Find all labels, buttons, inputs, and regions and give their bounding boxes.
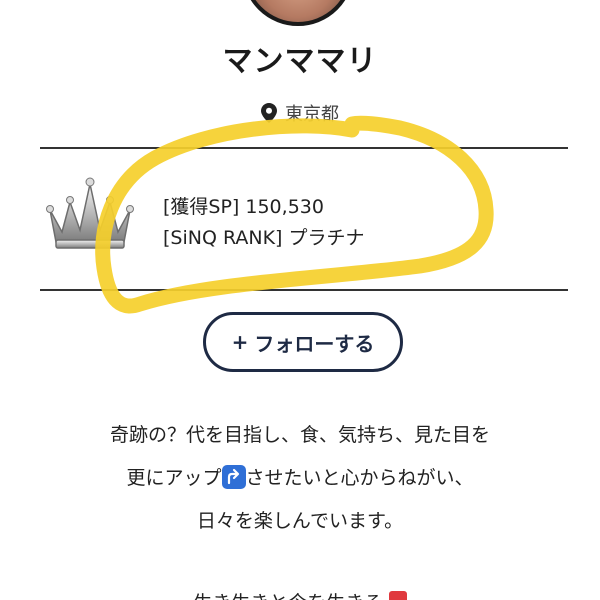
points-line: [獲得SP] 150,530	[163, 196, 324, 218]
bio-line-4: 生き生きと今を生きる	[193, 592, 383, 600]
crown-icon	[46, 177, 134, 249]
username: マンママリ	[222, 44, 378, 79]
rank-line: [SiNQ RANK] プラチナ	[163, 227, 365, 249]
divider-top	[40, 147, 568, 149]
heart-emoji	[388, 591, 407, 600]
bio-line-2: 更にアップ させたいと心からねがい、	[0, 463, 600, 506]
follow-button[interactable]: + フォローする	[203, 312, 403, 372]
map-pin-icon	[261, 103, 277, 123]
bio: 奇跡の？代を目指し、食、気持ち、見た目を 更にアップ させたいと心からねがい、 日…	[0, 420, 600, 549]
location-text: 東京都	[285, 104, 339, 125]
location: 東京都	[0, 100, 600, 126]
bio-line-3: 日々を楽しんでいます。	[196, 510, 404, 532]
bio-line-4-partial: 生き生きと今を生きる	[0, 588, 600, 600]
plus-icon: +	[231, 330, 249, 354]
bio-line-1: 奇跡の？代を目指し、食、気持ち、見た目を	[109, 424, 490, 446]
rank-info: [獲得SP] 150,530 [SiNQ RANK] プラチナ	[163, 192, 365, 254]
bio-line-2-end: させたいと心からねがい、	[245, 467, 474, 489]
up-arrow-emoji	[221, 465, 246, 489]
bio-line-2-start: 更にアップ	[126, 467, 222, 489]
profile-page: マンママリ 東京都 [獲得SP] 150,530 [SiNQ RANK] プラチ…	[0, 0, 600, 600]
follow-label: フォローする	[254, 331, 375, 356]
divider-bottom	[40, 289, 568, 291]
avatar[interactable]	[242, 0, 354, 26]
